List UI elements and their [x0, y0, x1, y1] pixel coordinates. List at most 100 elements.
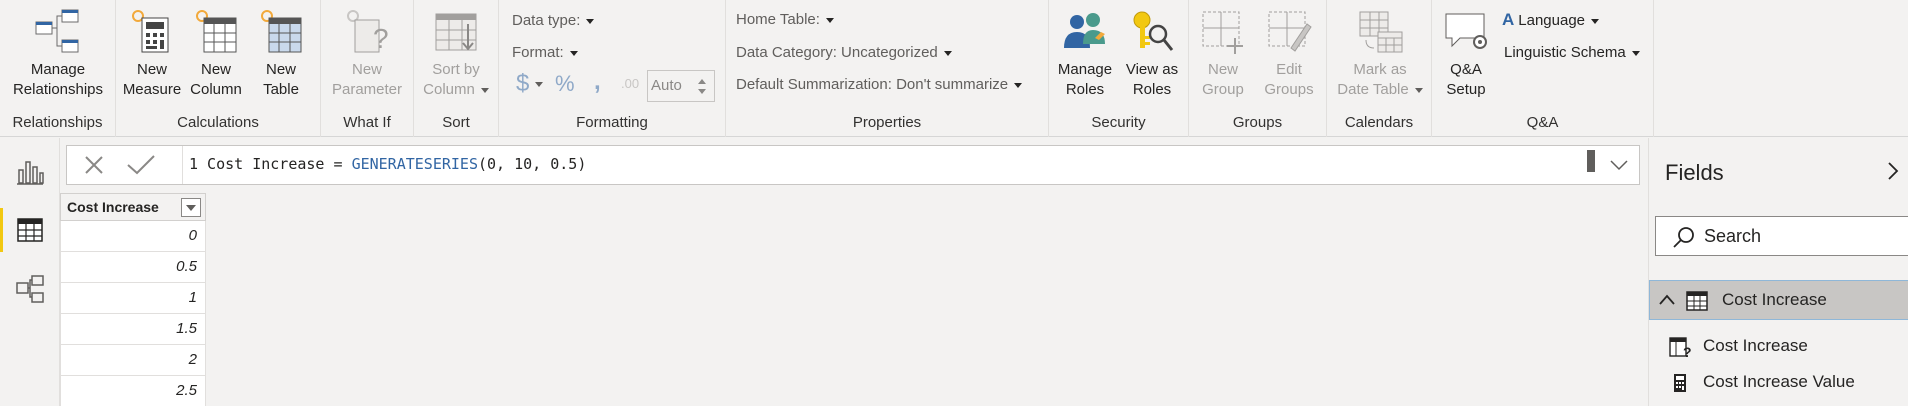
whatif-group-label: What If	[343, 114, 391, 131]
calendars-group: Mark as Date Table Calendars	[1327, 0, 1432, 137]
new-column-button[interactable]: New Column	[186, 8, 246, 100]
formatting-group-label: Formatting	[576, 114, 648, 131]
field-item[interactable]: ? Cost Increase	[1649, 330, 1908, 364]
data-grid: Cost Increase 0 0.5 1 1.5 2 2.5	[60, 193, 206, 406]
report-view-icon	[17, 161, 44, 185]
new-group-label: New Group	[1202, 61, 1244, 98]
qa-setup-button[interactable]: Q&A Setup	[1438, 8, 1494, 100]
formula-bar: 1 Cost Increase = GENERATESERIES(0, 10, …	[66, 145, 1640, 185]
percent-button[interactable]: %	[555, 71, 575, 97]
chevron-down-icon	[943, 50, 952, 56]
fields-pane: Fields Search Cost Increase ? Cost Incre…	[1648, 138, 1908, 406]
date-table-icon	[1359, 11, 1403, 53]
search-placeholder: Search	[1704, 226, 1762, 246]
table-row[interactable]: 2.5	[60, 376, 206, 406]
qa-group-label: Q&A	[1526, 114, 1559, 131]
new-measure-label: New Measure	[122, 61, 182, 98]
new-measure-button[interactable]: New Measure	[122, 8, 182, 100]
field-table-name: Cost Increase	[1722, 290, 1827, 309]
calculated-column-icon: ?	[1669, 337, 1692, 359]
mark-as-date-table-label: Mark as Date Table	[1331, 60, 1429, 100]
chevron-down-icon	[480, 87, 489, 93]
home-table-dropdown[interactable]: Home Table:	[736, 11, 834, 28]
line-number: 1	[189, 155, 199, 173]
new-table-button[interactable]: New Table	[250, 8, 312, 100]
spinner-up-icon[interactable]	[698, 79, 706, 84]
model-view-button[interactable]	[0, 260, 60, 316]
scrollbar-thumb[interactable]	[1587, 150, 1595, 172]
new-group-button[interactable]: New Group	[1191, 8, 1255, 100]
fields-pane-title: Fields	[1665, 160, 1724, 185]
home-table-label: Home Table:	[736, 11, 820, 28]
default-summarization-dropdown[interactable]: Default Summarization: Don't summarize	[736, 76, 1023, 93]
comma-button[interactable]: ,	[594, 68, 601, 96]
column-filter-button[interactable]	[181, 198, 201, 217]
edit-groups-button[interactable]: Edit Groups	[1257, 8, 1321, 100]
calculator-icon	[132, 10, 169, 53]
manage-relationships-label: Manage Relationships	[12, 61, 104, 98]
chevron-down-icon	[1631, 50, 1640, 56]
mark-as-date-table-button[interactable]: Mark as Date Table	[1331, 8, 1429, 100]
properties-group-label: Properties	[852, 114, 922, 131]
collapse-pane-button[interactable]	[1886, 160, 1900, 188]
field-table-header[interactable]: Cost Increase	[1649, 280, 1908, 320]
decimal-places-input[interactable]: Auto	[647, 70, 715, 102]
linguistic-schema-label: Linguistic Schema	[1504, 44, 1626, 61]
new-column-icon	[196, 10, 237, 53]
new-table-label: New Table	[263, 61, 299, 98]
manage-roles-icon	[1064, 13, 1105, 48]
linguistic-schema-dropdown[interactable]: Linguistic Schema	[1504, 44, 1640, 61]
edit-groups-icon	[1268, 11, 1312, 52]
chevron-down-icon	[1610, 160, 1628, 171]
decimal-places-icon: .00	[621, 76, 640, 91]
formula-editor[interactable]: 1 Cost Increase = GENERATESERIES(0, 10, …	[189, 155, 586, 173]
format-dropdown[interactable]: Format:	[512, 44, 578, 61]
chevron-down-icon	[186, 205, 196, 211]
expand-formula-button[interactable]	[1587, 146, 1639, 184]
relationships-group: Manage Relationships Relationships	[0, 0, 116, 137]
whatif-group: ? New Parameter What If	[321, 0, 414, 137]
new-parameter-button[interactable]: ? New Parameter	[325, 8, 409, 100]
sort-by-column-text: Sort by Column	[423, 61, 480, 98]
svg-text:?: ?	[1683, 344, 1692, 359]
commit-formula-button[interactable]	[125, 152, 157, 183]
sort-icon	[435, 13, 477, 51]
view-as-roles-button[interactable]: View as Roles	[1119, 8, 1185, 100]
data-type-dropdown[interactable]: Data type:	[512, 12, 595, 29]
ribbon: Manage Relationships Relationships New M…	[0, 0, 1908, 137]
language-dropdown[interactable]: A Language	[1502, 10, 1600, 30]
new-parameter-label: New Parameter	[331, 61, 403, 98]
data-type-label: Data type:	[512, 12, 581, 29]
view-as-roles-icon	[1133, 11, 1174, 51]
model-view-icon	[16, 275, 44, 303]
field-item[interactable]: Cost Increase Value	[1649, 366, 1908, 400]
table-row[interactable]: 0.5	[60, 252, 206, 283]
security-group: Manage Roles View as Roles Security	[1049, 0, 1189, 137]
data-category-dropdown[interactable]: Data Category: Uncategorized	[736, 44, 952, 61]
calculations-group-label: Calculations	[177, 114, 259, 131]
groups-group: New Group Edit Groups Groups	[1189, 0, 1327, 137]
table-row[interactable]: 0	[60, 221, 206, 252]
new-table-icon	[261, 10, 302, 53]
column-header[interactable]: Cost Increase	[60, 193, 206, 221]
sort-group-label: Sort	[442, 114, 470, 131]
security-group-label: Security	[1091, 114, 1146, 131]
view-switcher	[0, 138, 60, 406]
sort-by-column-label: Sort by Column	[416, 60, 496, 100]
data-view-button[interactable]	[0, 202, 60, 258]
table-row[interactable]: 1	[60, 283, 206, 314]
fields-search-input[interactable]: Search	[1655, 216, 1908, 256]
cancel-formula-button[interactable]	[81, 152, 107, 183]
report-view-button[interactable]	[0, 144, 60, 200]
relationships-group-label: Relationships	[12, 114, 103, 131]
sort-by-column-button[interactable]: Sort by Column	[416, 8, 496, 100]
table-row[interactable]: 1.5	[60, 314, 206, 345]
manage-relationships-button[interactable]: Manage Relationships	[4, 8, 112, 100]
table-row[interactable]: 2	[60, 345, 206, 376]
properties-group: Home Table: Data Category: Uncategorized…	[726, 0, 1049, 137]
spinner-down-icon[interactable]	[698, 89, 706, 94]
sort-group: Sort by Column Sort	[414, 0, 499, 137]
currency-button[interactable]: $	[516, 70, 544, 98]
formula-arguments: (0, 10, 0.5)	[478, 155, 587, 173]
manage-roles-button[interactable]: Manage Roles	[1053, 8, 1117, 100]
